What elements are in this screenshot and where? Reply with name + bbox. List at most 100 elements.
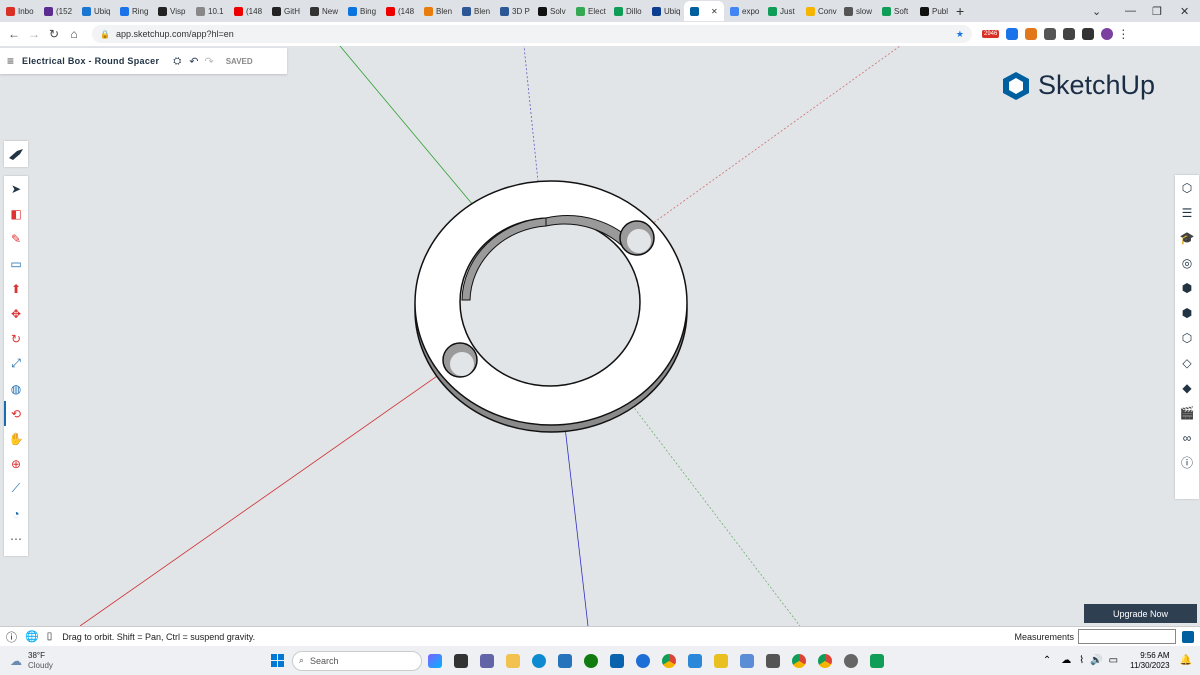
copilot-icon[interactable]: [427, 653, 442, 668]
eraser-icon[interactable]: ◧: [4, 201, 28, 226]
push-pull-icon[interactable]: ⬆: [4, 276, 28, 301]
settings-icon[interactable]: [843, 653, 858, 668]
reload-icon[interactable]: ↻: [44, 27, 64, 41]
info-icon[interactable]: ∞: [1175, 425, 1199, 450]
tags-icon[interactable]: ⬡: [1175, 325, 1199, 350]
components-icon[interactable]: ◎: [1175, 250, 1199, 275]
styles-icon[interactable]: ⬢: [1175, 300, 1199, 325]
gmail-extension-badge[interactable]: 2946: [982, 30, 1000, 38]
tape-measure-icon[interactable]: ⟋: [4, 476, 28, 501]
download-icon[interactable]: [1063, 28, 1076, 40]
calculator-icon[interactable]: [765, 653, 780, 668]
language-icon[interactable]: 🌐: [25, 630, 39, 643]
solar-icon[interactable]: ⓘ: [1175, 450, 1199, 475]
upgrade-now-button[interactable]: Upgrade Now: [1084, 604, 1197, 623]
browser-tab[interactable]: GitH: [266, 1, 304, 21]
browser-tab[interactable]: Dillo: [608, 1, 646, 21]
task-view-icon[interactable]: [453, 653, 468, 668]
onedrive-icon[interactable]: ☁: [1061, 655, 1071, 666]
browser-tab[interactable]: Conv: [800, 1, 838, 21]
browser-tab[interactable]: slow: [838, 1, 876, 21]
browser-tab[interactable]: Visp: [152, 1, 190, 21]
model-canvas[interactable]: [0, 46, 1200, 626]
browser-tab[interactable]: Bing: [342, 1, 380, 21]
browser-tab[interactable]: Elect: [570, 1, 608, 21]
close-tab-icon[interactable]: ✕: [711, 7, 718, 16]
address-bar[interactable]: 🔒 app.sketchup.com/app?hl=en ★: [92, 25, 972, 43]
outliner-icon[interactable]: ☰: [1175, 200, 1199, 225]
shadows-icon[interactable]: ◇: [1175, 350, 1199, 375]
back-icon[interactable]: ←: [4, 27, 24, 41]
chrome-icon-3[interactable]: [817, 653, 832, 668]
store-icon[interactable]: [557, 653, 572, 668]
app-icon[interactable]: [635, 653, 650, 668]
volume-icon[interactable]: 🔊: [1090, 655, 1102, 666]
entity-info-icon[interactable]: ⬡: [1175, 175, 1199, 200]
bookmark-star-icon[interactable]: ★: [956, 29, 964, 40]
move-icon[interactable]: ✥: [4, 301, 28, 326]
select-icon[interactable]: ➤: [4, 176, 28, 201]
tab-search-icon[interactable]: ⌄: [1092, 0, 1101, 22]
browser-tab[interactable]: New: [304, 1, 342, 21]
side-panel-icon[interactable]: [1082, 28, 1095, 40]
windows-start-icon[interactable]: [270, 654, 284, 667]
browser-tab[interactable]: Ring: [114, 1, 152, 21]
rotate-icon[interactable]: ↻: [4, 326, 28, 351]
browser-tab[interactable]: ✕: [684, 1, 724, 21]
protractor-icon[interactable]: ◔: [4, 501, 28, 526]
browser-tab[interactable]: Blen: [456, 1, 494, 21]
clock[interactable]: 9:56 AM 11/30/2023: [1130, 651, 1169, 671]
browser-tab[interactable]: Soft: [876, 1, 914, 21]
browser-tab[interactable]: Solv: [532, 1, 570, 21]
browser-tab[interactable]: expo: [724, 1, 762, 21]
model-info-icon[interactable]: ⛭: [173, 56, 181, 67]
rectangle-icon[interactable]: ▭: [4, 251, 28, 276]
orbit-icon[interactable]: ⟲: [4, 401, 28, 426]
browser-tab[interactable]: (148: [228, 1, 266, 21]
chrome-icon[interactable]: [661, 653, 676, 668]
help-icon[interactable]: ⓘ: [6, 629, 17, 645]
browser-tab[interactable]: 3D P: [494, 1, 532, 21]
paint-bucket-icon[interactable]: ◍: [4, 376, 28, 401]
browser-tab[interactable]: Inbo: [0, 1, 38, 21]
app-yellow-icon[interactable]: [713, 653, 728, 668]
battery-icon[interactable]: ▭: [1109, 655, 1118, 666]
pan-icon[interactable]: ✋: [4, 426, 28, 451]
redo-icon[interactable]: ↷: [204, 55, 213, 68]
edge-icon[interactable]: [531, 653, 546, 668]
teams-chat-icon[interactable]: [479, 653, 494, 668]
scale-icon[interactable]: ⤢: [4, 351, 28, 376]
weather-widget[interactable]: ☁ 38°F Cloudy: [10, 651, 53, 671]
restore-icon[interactable]: ❐: [1152, 0, 1162, 22]
wifi-icon[interactable]: ⌇: [1079, 655, 1084, 666]
tray-chevron-icon[interactable]: ⌃: [1043, 655, 1051, 666]
sheets-icon[interactable]: [869, 653, 884, 668]
model-viewport[interactable]: [0, 46, 1200, 626]
metamask-icon[interactable]: [1025, 28, 1038, 40]
extensions-puzzle-icon[interactable]: [1044, 28, 1057, 40]
materials-icon[interactable]: ⬢: [1175, 275, 1199, 300]
browser-menu-icon[interactable]: ⋮: [1113, 27, 1133, 41]
new-tab-button[interactable]: +: [956, 3, 964, 19]
measurements-input[interactable]: [1078, 629, 1176, 644]
taskbar-search[interactable]: ⌕ Search: [291, 650, 422, 671]
forward-icon[interactable]: →: [24, 27, 44, 41]
notepad-icon[interactable]: [687, 653, 702, 668]
browser-tab[interactable]: Ubiq: [76, 1, 114, 21]
close-window-icon[interactable]: ✕: [1180, 0, 1189, 22]
more-icon[interactable]: ⋯: [4, 526, 28, 551]
hamburger-menu-icon[interactable]: ≡: [7, 54, 14, 68]
browser-tab[interactable]: (152: [38, 1, 76, 21]
undo-icon[interactable]: ↶: [189, 55, 198, 68]
home-icon[interactable]: ⌂: [64, 27, 84, 41]
browser-tab[interactable]: Ubiq: [646, 1, 684, 21]
extension-icon[interactable]: [1006, 28, 1019, 40]
profile-avatar-icon[interactable]: [1101, 28, 1114, 40]
scenes-icon[interactable]: ◆: [1175, 375, 1199, 400]
zoom-extents-icon[interactable]: ⊕: [4, 451, 28, 476]
instructor-icon[interactable]: 🎓: [1175, 225, 1199, 250]
file-explorer-icon[interactable]: [505, 653, 520, 668]
document-title[interactable]: Electrical Box - Round Spacer: [22, 56, 159, 66]
browser-tab[interactable]: (148: [380, 1, 418, 21]
browser-tab[interactable]: Blen: [418, 1, 456, 21]
